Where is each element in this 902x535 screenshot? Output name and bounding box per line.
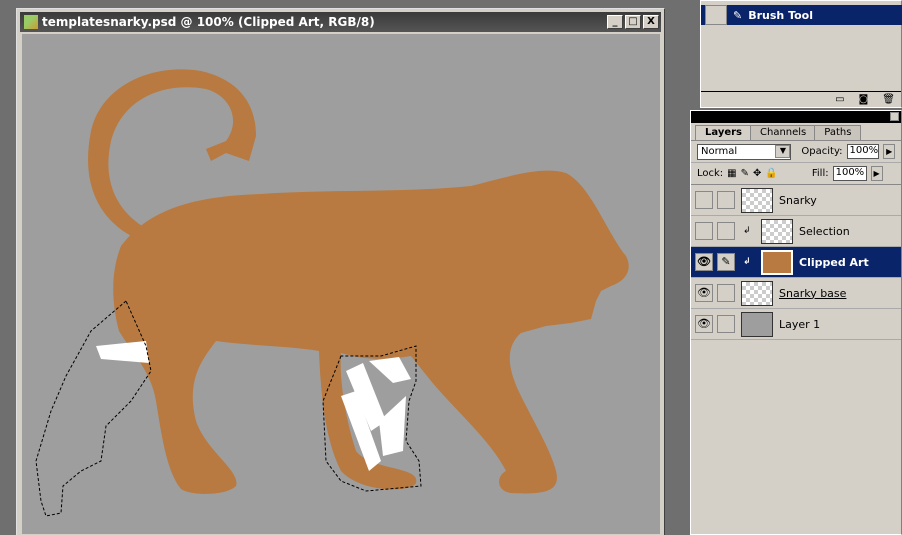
eye-icon[interactable]: 👁 [695, 284, 713, 302]
lock-all-icon[interactable]: 🔒 [765, 168, 777, 179]
history-item-brush-tool[interactable]: ✎ Brush Tool [701, 5, 902, 25]
lion-artwork [35, 69, 629, 517]
brush-icon: ✎ [733, 8, 743, 22]
document-title-bar[interactable]: templatesnarky.psd @ 100% (Clipped Art, … [20, 12, 661, 32]
lock-label: Lock: [697, 168, 724, 179]
lock-brush-icon[interactable]: ✎ [741, 168, 749, 179]
tab-channels[interactable]: Channels [750, 125, 817, 140]
layer-row-layer-1[interactable]: 👁 Layer 1 [691, 309, 901, 340]
lock-transparency-icon[interactable]: ▦ [727, 168, 736, 179]
layer-name: Snarky [779, 193, 817, 207]
layer-row-snarky-base[interactable]: 👁 Snarky base [691, 278, 901, 309]
panel-menu-button[interactable] [890, 112, 899, 121]
opacity-input[interactable]: 100% [846, 144, 880, 159]
link-toggle[interactable] [717, 191, 735, 209]
layer-name: Clipped Art [799, 255, 869, 269]
tab-layers[interactable]: Layers [695, 125, 752, 140]
new-document-from-state-icon[interactable]: ▭ [835, 94, 844, 105]
photoshop-file-icon [24, 15, 38, 29]
close-button[interactable]: X [643, 15, 659, 29]
white-stripes [96, 341, 411, 471]
tab-paths[interactable]: Paths [814, 125, 862, 140]
layer-name: Layer 1 [779, 317, 821, 331]
link-toggle[interactable] [717, 315, 735, 333]
opacity-slider-button[interactable]: ▶ [883, 144, 895, 159]
maximize-button[interactable]: □ [625, 15, 641, 29]
layer-thumbnail [761, 218, 793, 244]
eye-icon[interactable]: 👁 [695, 253, 713, 271]
fill-label: Fill: [811, 168, 829, 179]
layer-thumbnail [741, 311, 773, 337]
history-item-label: Brush Tool [748, 8, 813, 22]
clipping-arrow-icon: ↲ [743, 226, 751, 236]
canvas[interactable] [22, 34, 660, 534]
eye-icon[interactable]: 👁 [695, 315, 713, 333]
clipping-arrow-icon: ↲ [743, 257, 751, 267]
layer-thumbnail [761, 249, 793, 275]
layer-thumbnail [741, 280, 773, 306]
visibility-toggle[interactable] [695, 222, 713, 240]
document-window: templatesnarky.psd @ 100% (Clipped Art, … [16, 8, 665, 535]
layer-name: Snarky base [779, 286, 847, 300]
link-toggle[interactable] [717, 284, 735, 302]
blend-mode-select[interactable]: Normal ▼ [697, 143, 792, 160]
layer-row-snarky[interactable]: Snarky [691, 185, 901, 216]
link-toggle[interactable] [717, 222, 735, 240]
layer-thumbnail [741, 187, 773, 213]
blend-mode-value: Normal [701, 146, 738, 157]
snapshot-camera-icon[interactable]: ◙ [859, 94, 869, 105]
opacity-label: Opacity: [801, 146, 843, 157]
document-title: templatesnarky.psd @ 100% (Clipped Art, … [42, 15, 375, 29]
brush-icon[interactable]: ✎ [717, 253, 735, 271]
layer-name: Selection [799, 224, 850, 238]
history-panel: ✎ Brush Tool ▭ ◙ 🗑 [700, 0, 902, 108]
fill-slider-button[interactable]: ▶ [870, 166, 883, 181]
layers-panel: Layers Channels Paths Normal ▼ Opacity: 1… [690, 110, 902, 535]
layer-row-selection[interactable]: ↲ Selection [691, 216, 901, 247]
chevron-down-icon: ▼ [775, 145, 791, 158]
lock-move-icon[interactable]: ✥ [753, 168, 761, 179]
fill-input[interactable]: 100% [832, 166, 867, 181]
trash-icon[interactable]: 🗑 [882, 94, 895, 105]
visibility-toggle[interactable] [695, 191, 713, 209]
history-snapshot-cell[interactable] [705, 5, 727, 25]
layer-row-clipped-art[interactable]: 👁 ✎ ↲ Clipped Art [691, 247, 901, 278]
minimize-button[interactable]: _ [607, 15, 623, 29]
